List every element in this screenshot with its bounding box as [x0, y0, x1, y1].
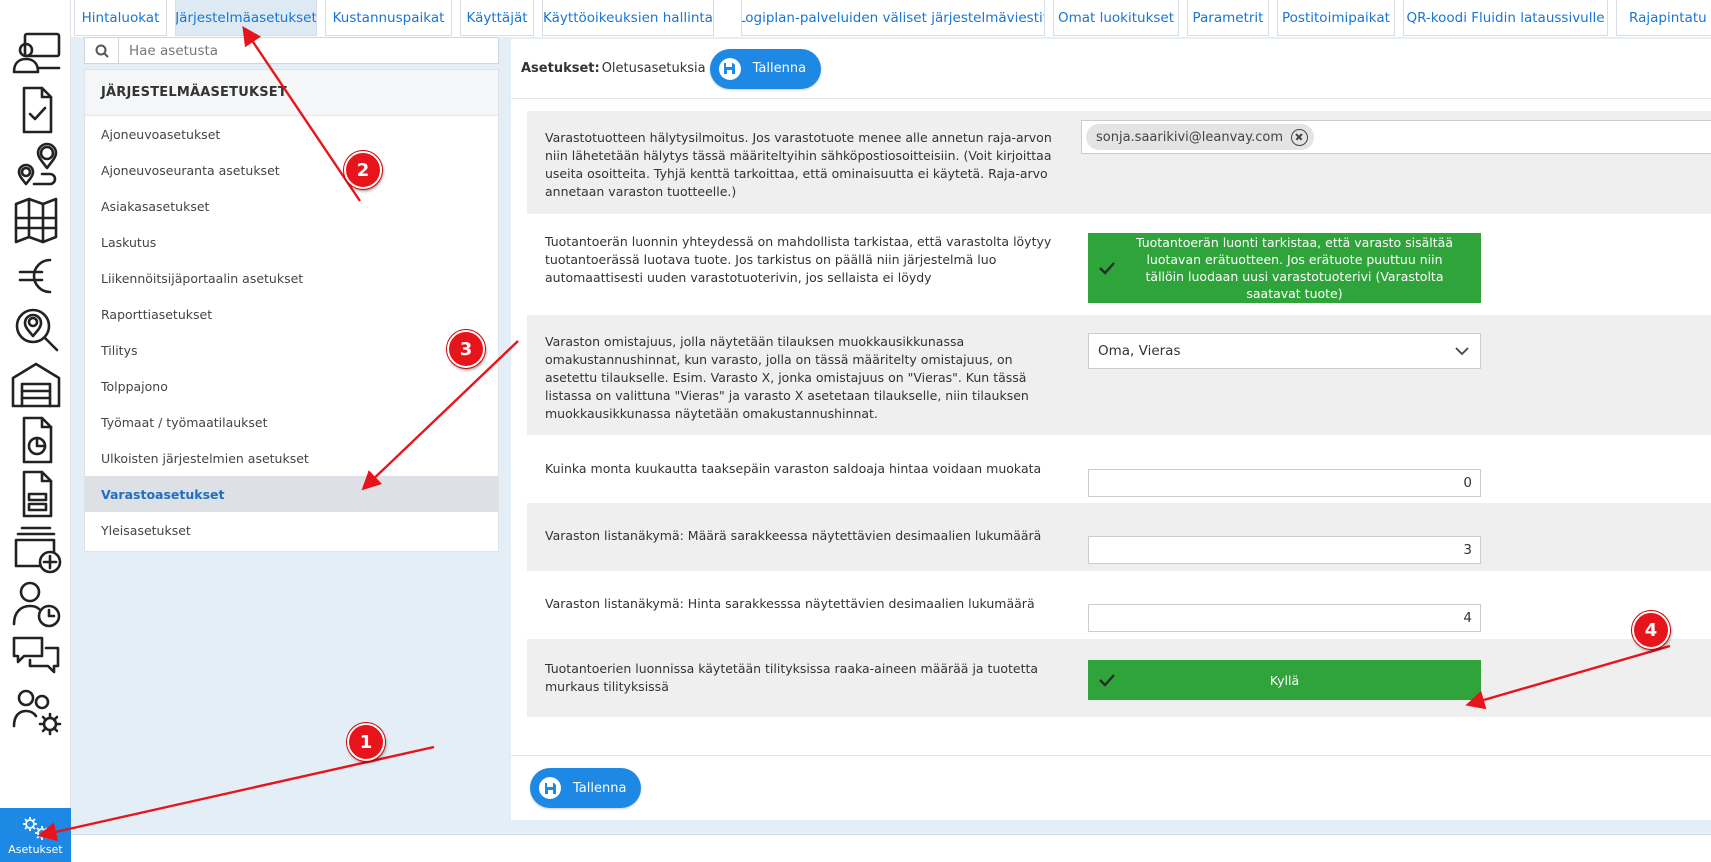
settings-content: Asetukset: Oletusasetuksia Tallenna Vara…	[511, 39, 1711, 820]
users-settings-icon[interactable]	[0, 684, 71, 740]
page-title: Asetukset:	[521, 61, 600, 76]
content-header: Asetukset: Oletusasetuksia Tallenna	[511, 39, 1711, 99]
email-chip-label: sonja.saarikivi@leanvay.com	[1096, 129, 1283, 145]
setting-description: Tuotantoerien luonnissa käytetään tility…	[545, 661, 1039, 694]
alert-email-field[interactable]: sonja.saarikivi@leanvay.com	[1081, 120, 1711, 154]
setting-description: Varaston listanäkymä: Määrä sarakkeessa …	[545, 528, 1042, 543]
settings-nav-button[interactable]: Asetukset	[0, 808, 71, 862]
setting-row: Varaston listanäkymä: Määrä sarakkeessa …	[527, 503, 1711, 571]
save-button-bottom[interactable]: Tallenna	[530, 768, 642, 808]
map-icon[interactable]	[0, 192, 71, 248]
content-footer: Tallenna	[511, 755, 1711, 820]
ownership-select[interactable]: Oma, Vieras	[1088, 333, 1481, 369]
menu-item-tyomaat[interactable]: Työmaat / työmaatilaukset	[85, 404, 498, 440]
settings-category-menu: JÄRJESTELMÄASETUKSET Ajoneuvoasetukset A…	[84, 69, 499, 552]
tab-parametrit[interactable]: Parametrit	[1187, 0, 1269, 36]
setting-description: Varastotuotteen hälytysilmoitus. Jos var…	[545, 130, 1052, 199]
save-button-label: Tallenna	[752, 61, 807, 76]
icon-sidebar: Asetukset	[0, 0, 71, 862]
tab-qr-koodi[interactable]: QR-koodi Fluidin lataussivulle	[1403, 0, 1608, 36]
setting-row: Varaston listanäkymä: Hinta sarakkesssa …	[527, 571, 1711, 639]
menu-item-raporttiasetukset[interactable]: Raporttiasetukset	[85, 296, 498, 332]
bottom-bar	[71, 834, 1711, 862]
tab-hintaluokat[interactable]: Hintaluokat	[74, 0, 167, 36]
quantity-decimals-input[interactable]: 3	[1088, 536, 1481, 564]
tab-kustannuspaikat[interactable]: Kustannuspaikat	[325, 0, 452, 36]
ownership-select-value: Oma, Vieras	[1098, 343, 1181, 359]
setting-description: Varaston listanäkymä: Hinta sarakkesssa …	[545, 596, 1035, 611]
gears-icon	[22, 817, 49, 840]
chat-icon[interactable]	[0, 630, 71, 686]
menu-item-asiakasasetukset[interactable]: Asiakasasetukset	[85, 188, 498, 224]
checklist-document-icon[interactable]	[0, 82, 71, 138]
tab-omat-luokitukset[interactable]: Omat luokitukset	[1053, 0, 1179, 36]
menu-heading: JÄRJESTELMÄASETUKSET	[85, 70, 498, 116]
check-icon	[1099, 674, 1115, 687]
chevron-down-icon	[1455, 347, 1469, 356]
menu-item-ulkoiset-jarjestelmat[interactable]: Ulkoisten järjestelmien asetukset	[85, 440, 498, 476]
setting-row: Varaston omistajuus, jolla näytetään til…	[527, 315, 1711, 435]
menu-item-ajoneuvoasetukset[interactable]: Ajoneuvoasetukset	[85, 116, 498, 152]
settings-nav-label: Asetukset	[8, 843, 63, 856]
menu-item-varastoasetukset[interactable]: Varastoasetukset	[85, 476, 498, 512]
tab-kayttooikeuksien-hallinta[interactable]: Käyttöoikeuksien hallinta	[542, 0, 714, 36]
add-stack-icon[interactable]	[0, 520, 71, 576]
menu-item-liikennoitsijaportaali[interactable]: Liikennöitsijäportaalin asetukset	[85, 260, 498, 296]
toggle-label: Kyllä	[1269, 672, 1300, 688]
setting-row: Tuotantoerän luonnin yhteydessä on mahdo…	[527, 214, 1711, 315]
annotation-marker-1: 1	[347, 723, 385, 761]
form-document-icon[interactable]	[0, 466, 71, 522]
price-decimals-input[interactable]: 4	[1088, 604, 1481, 632]
setting-description: Tuotantoerän luonnin yhteydessä on mahdo…	[545, 234, 1052, 285]
user-clock-icon[interactable]	[0, 576, 71, 632]
garage-icon[interactable]	[0, 356, 71, 412]
toggle-label: Tuotantoerän luonti tarkistaa, että vara…	[1136, 235, 1453, 301]
route-pins-icon[interactable]	[0, 138, 71, 194]
dispatch-desk-icon[interactable]	[0, 26, 71, 82]
setting-row: Kuinka monta kuukautta taaksepäin varast…	[527, 435, 1711, 503]
menu-item-yleisasetukset[interactable]: Yleisasetukset	[85, 512, 498, 548]
months-back-input[interactable]: 0	[1088, 469, 1481, 497]
tab-logiplan-jarjestelmaviestit[interactable]: Logiplan-palveluiden väliset järjestelmä…	[741, 0, 1045, 36]
raw-material-toggle[interactable]: Kyllä	[1088, 660, 1481, 700]
annotation-marker-2: 2	[344, 151, 382, 189]
email-chip: sonja.saarikivi@leanvay.com	[1086, 124, 1314, 150]
annotation-marker-3: 3	[447, 330, 485, 368]
remove-chip-icon[interactable]	[1291, 128, 1308, 146]
tab-rajapintatunnukset[interactable]: Rajapintatu	[1616, 0, 1711, 36]
save-icon	[718, 57, 741, 80]
report-document-icon[interactable]	[0, 412, 71, 468]
setting-row: Varastotuotteen hälytysilmoitus. Jos var…	[527, 111, 1711, 214]
annotation-marker-4: 4	[1632, 611, 1670, 649]
page-subtitle: Oletusasetuksia	[601, 61, 706, 76]
menu-item-tilitys[interactable]: Tilitys	[85, 332, 498, 368]
save-button-top[interactable]: Tallenna	[709, 48, 822, 89]
search-input[interactable]	[119, 38, 489, 63]
settings-search	[84, 37, 499, 64]
menu-item-laskutus[interactable]: Laskutus	[85, 224, 498, 260]
search-icon[interactable]	[85, 38, 119, 63]
setting-description: Kuinka monta kuukautta taaksepäin varast…	[545, 461, 1042, 476]
check-icon	[1099, 262, 1115, 275]
settings-tabs: Hintaluokat Järjestelmäasetukset Kustann…	[71, 0, 1711, 37]
tab-kayttajat[interactable]: Käyttäjät	[460, 0, 534, 36]
menu-item-ajoneuvoseuranta[interactable]: Ajoneuvoseuranta asetukset	[85, 152, 498, 188]
setting-row: Tuotantoerien luonnissa käytetään tility…	[527, 639, 1711, 717]
setting-description: Varaston omistajuus, jolla näytetään til…	[545, 334, 1029, 421]
production-check-toggle[interactable]: Tuotantoerän luonti tarkistaa, että vara…	[1088, 233, 1481, 303]
euro-icon[interactable]	[0, 248, 71, 304]
location-search-icon[interactable]	[0, 302, 71, 358]
save-button-label: Tallenna	[573, 780, 627, 796]
tab-postitoimipaikat[interactable]: Postitoimipaikat	[1277, 0, 1395, 36]
menu-item-tolppajono[interactable]: Tolppajono	[85, 368, 498, 404]
tab-jarjestelmaasetukset[interactable]: Järjestelmäasetukset	[175, 0, 317, 36]
save-icon	[539, 777, 561, 799]
